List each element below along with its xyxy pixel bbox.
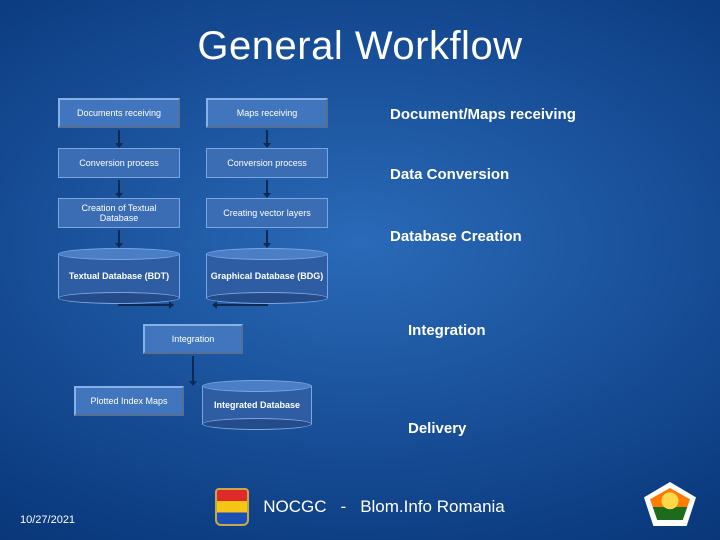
node-documents-receiving: Documents receiving	[58, 98, 180, 128]
footer-separator: -	[341, 497, 347, 517]
label-conversion: Data Conversion	[390, 166, 509, 183]
node-integration: Integration	[143, 324, 243, 354]
arrow-icon	[118, 230, 120, 244]
arrow-icon	[118, 304, 170, 306]
db-graphical: Graphical Database (BDG)	[206, 254, 328, 298]
arrow-icon	[216, 304, 268, 306]
arrow-icon	[266, 230, 268, 244]
footer-date: 10/27/2021	[20, 514, 75, 526]
badge-icon	[644, 482, 696, 526]
node-maps-receiving: Maps receiving	[206, 98, 328, 128]
label-db-creation: Database Creation	[390, 228, 522, 245]
node-vector-layers: Creating vector layers	[206, 198, 328, 228]
arrow-icon	[266, 180, 268, 194]
footer-org: NOCGC	[263, 497, 326, 517]
node-plotted-maps: Plotted Index Maps	[74, 386, 184, 416]
page-title: General Workflow	[0, 24, 720, 69]
label-integration: Integration	[408, 322, 486, 339]
footer-company: Blom.Info Romania	[360, 497, 505, 517]
db-integrated: Integrated Database	[202, 386, 312, 424]
label-receiving: Document/Maps receiving	[390, 106, 576, 123]
arrow-icon	[118, 180, 120, 194]
arrow-icon	[266, 130, 268, 144]
node-conversion-left: Conversion process	[58, 148, 180, 178]
footer: 10/27/2021 NOCGC - Blom.Info Romania	[0, 488, 720, 526]
arrow-icon	[118, 130, 120, 144]
node-conversion-right: Conversion process	[206, 148, 328, 178]
workflow-diagram: Documents receiving Conversion process C…	[58, 98, 328, 430]
crest-icon	[215, 488, 249, 526]
arrow-icon	[192, 356, 194, 382]
db-textual: Textual Database (BDT)	[58, 254, 180, 298]
label-delivery: Delivery	[408, 420, 466, 437]
node-textual-db-creation: Creation of Textual Database	[58, 198, 180, 228]
